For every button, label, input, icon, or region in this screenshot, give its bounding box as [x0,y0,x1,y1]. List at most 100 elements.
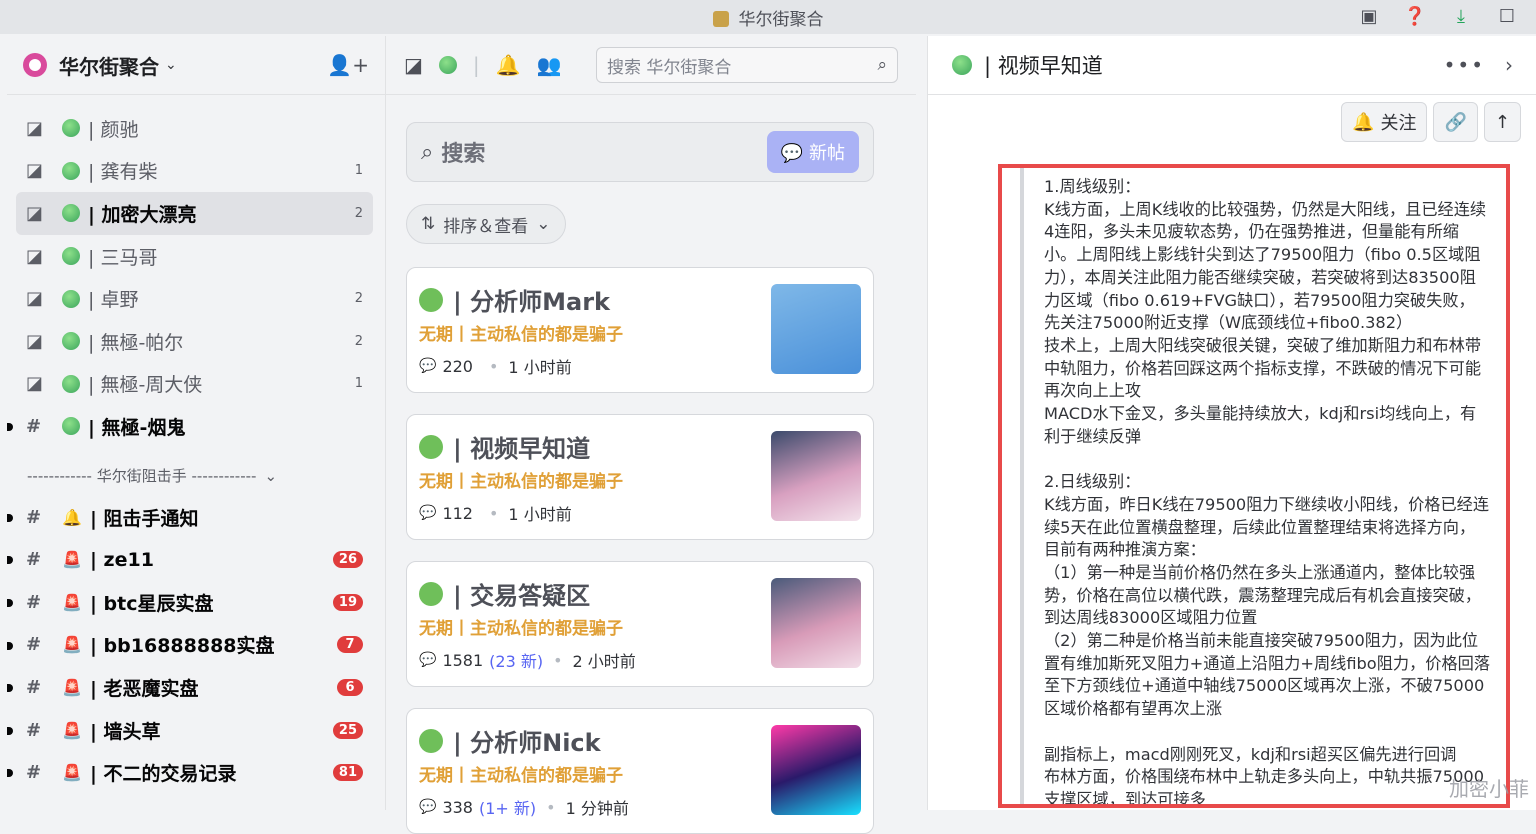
hashtag-icon: # [26,591,42,613]
channel-item[interactable]: # 🚨 | 老恶魔实盘 6 [7,666,373,709]
channel-item[interactable]: ◪ | 三马哥 [16,235,373,278]
unread-indicator [7,423,13,432]
status-dot-icon [62,119,80,138]
channel-item[interactable]: ◪ | 颜驰 [16,107,373,150]
comment-icon: 💬 [419,358,437,374]
comment-count: 1581 [442,650,484,670]
status-dot-icon [438,56,457,74]
siren-icon: 🚨 [62,677,82,697]
channel-item[interactable]: ◪ | 龚有柴 1 [16,150,373,193]
thread-count: 2 [354,205,363,221]
post-title: | 视频早知道 [453,435,591,463]
channel-item[interactable]: ◪ | 卓野 2 [16,277,373,320]
channel-name: | 颜驰 [88,118,139,141]
server-header[interactable]: 华尔街聚合 ⌄ 👤+ [7,36,385,95]
download-icon[interactable]: ⤓ [1450,5,1472,27]
members-icon[interactable]: 👥 [537,53,562,77]
channel-item[interactable]: ◪ | 無極-周大侠 1 [16,363,373,406]
divider: | [472,53,480,77]
channel-name: | 老恶魔实盘 [90,677,199,700]
follow-button[interactable]: 🔔 关注 [1341,102,1428,142]
comment-icon: 💬 [419,652,437,668]
category-header[interactable]: ------------ 华尔街阻击手 ------------ ⌄ [7,456,385,496]
siren-icon: 🚨 [62,635,82,655]
forum-post-card[interactable]: | 交易答疑区无期丨主动私信的都是骗子 💬 1581 (23 新) • 2 小时前 [406,561,874,687]
help-icon[interactable]: ❓ [1404,5,1426,27]
more-options-icon[interactable]: ••• [1444,53,1485,77]
thread-panel: | 视频早知道 ••• › 🔔 关注 🔗 ↑ 1.周线级别： K线方面，上周K线收… [927,36,1536,810]
channel-item[interactable]: # 🚨 | ze11 26 [7,538,373,581]
channel-name: | 加密大漂亮 [88,203,197,226]
siren-icon: 🚨 [62,592,82,612]
post-thumbnail [771,284,861,374]
forum-icon: ◪ [26,202,44,224]
forum-icon: ◪ [26,117,44,139]
scroll-top-button[interactable]: ↑ [1483,102,1521,142]
forum-post-card[interactable]: | 分析师Mark 无期丨主动私信的都是骗子 💬 220 • 1 小时前 [406,267,874,393]
comment-count: 220 [442,356,473,376]
status-dot-icon [419,434,443,459]
new-post-button[interactable]: 💬 新帖 [766,131,859,173]
post-thumbnail [771,578,861,668]
unread-indicator [7,641,13,650]
channel-item[interactable]: # 🚨 | 墙头草 25 [7,709,373,752]
thread-title: | 视频早知道 [984,54,1103,78]
channel-name: | 無極-帕尔 [88,331,184,354]
post-time: 1 小时前 [508,505,572,524]
maximize-icon[interactable]: ☐ [1496,5,1518,27]
unread-indicator [7,513,13,522]
hashtag-icon: # [26,506,42,528]
channel-name: | 不二的交易记录 [90,763,237,786]
unread-indicator [7,684,13,693]
channel-item[interactable]: # 🚨 | btc星辰实盘 19 [7,581,373,624]
forum-icon: ◪ [26,373,44,395]
forum-icon: ◪ [26,160,44,182]
title-bar: 华尔街聚合 ▣ ❓ ⤓ ☐ [0,0,1536,34]
post-subtitle: 无期丨主动私信的都是骗子 [419,619,623,639]
forum-icon: ◪ [26,330,44,352]
search-icon: ⌕ [421,139,434,165]
forum-post-card[interactable]: | 视频早知道 无期丨主动私信的都是骗子 💬 112 • 1 小时前 [406,414,874,540]
comment-count: 338 [442,797,473,817]
forum-search-bar[interactable]: ⌕ 搜索 💬 新帖 [406,122,874,182]
post-subtitle: 无期丨主动私信的都是骗子 [419,325,623,345]
separator: • [553,650,563,670]
mention-badge: 25 [332,721,363,739]
copy-link-button[interactable]: 🔗 [1433,102,1478,142]
search-input[interactable]: 搜索 华尔街聚合 ⌕ [596,47,898,83]
thread-count: 2 [354,333,363,349]
unread-indicator [7,598,13,607]
status-dot-icon [62,289,80,308]
post-time: 2 小时前 [572,652,636,671]
hashtag-icon: # [26,719,42,741]
channel-item[interactable]: # 🚨 | bb16888888实盘 7 [7,624,373,667]
separator: • [488,356,499,376]
channel-item[interactable]: # 🚨 | 不二的交易记录 81 [7,751,373,794]
close-icon[interactable]: › [1505,53,1513,77]
channel-item[interactable]: ◪ | 無極-帕尔 2 [16,320,373,363]
post-title: | 交易答疑区 [453,582,591,610]
comment-icon: 💬 [419,799,437,815]
channel-name: | btc星辰实盘 [90,592,214,615]
status-dot-icon [62,417,80,436]
forum-post-card[interactable]: | 分析师Nick 无期丨主动私信的都是骗子 💬 338 (1+ 新) • 1 分钟前 [406,708,874,834]
channel-name: | 無極-周大侠 [88,374,203,397]
threads-icon[interactable]: ◪ [404,53,423,77]
hashtag-icon: # [26,762,42,784]
comment-icon: 💬 [419,505,437,521]
channel-item[interactable]: # | 無極-烟鬼 [7,405,373,448]
bell-icon[interactable]: 🔔 [496,53,521,77]
mention-badge: 7 [337,636,363,654]
sort-view-button[interactable]: ⇅ 排序＆查看 ⌄ [406,204,566,244]
inbox-icon[interactable]: ▣ [1358,5,1380,27]
comment-count: 112 [442,503,473,523]
channel-item[interactable]: # 🔔 | 阻击手通知 [7,496,373,539]
post-thumbnail [771,431,861,521]
unread-indicator [7,769,13,778]
hashtag-icon: # [26,549,42,571]
channel-item[interactable]: ◪ | 加密大漂亮 2 [16,192,373,235]
channel-name: | 卓野 [88,289,139,312]
post-time: 1 分钟前 [565,799,629,818]
new-count: (23 新) [489,652,544,671]
add-user-icon[interactable]: 👤+ [327,53,369,77]
